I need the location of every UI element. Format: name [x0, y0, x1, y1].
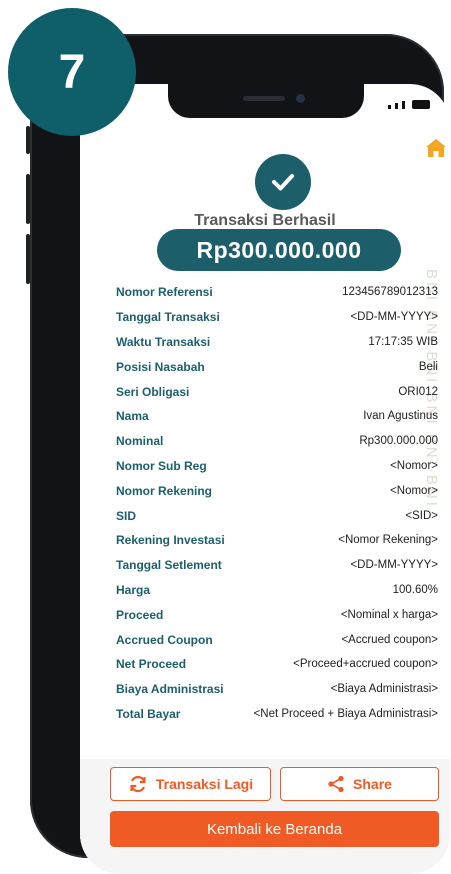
transaksi-lagi-label: Transaksi Lagi	[155, 776, 254, 792]
detail-value: ORI012	[398, 385, 438, 398]
detail-value: <Proceed+accrued coupon>	[293, 658, 438, 671]
detail-row-total-bayar: Total Bayar <Net Proceed + Biaya Adminis…	[116, 702, 438, 727]
phone-volume-down	[26, 234, 30, 284]
detail-value: 17:17:35 WIB	[368, 335, 438, 348]
detail-value: <DD-MM-YYYY>	[350, 311, 438, 324]
share-button[interactable]: Share	[280, 767, 439, 801]
signal-icon-bar	[402, 101, 405, 109]
front-camera	[296, 94, 305, 103]
detail-row-tanggal-transaksi: Tanggal Transaksi <DD-MM-YYYY>	[116, 305, 438, 330]
detail-label: Nomor Referensi	[116, 285, 213, 300]
home-icon[interactable]	[425, 137, 447, 159]
detail-label: Proceed	[116, 607, 164, 622]
detail-row-tanggal-setlement: Tanggal Setlement <DD-MM-YYYY>	[116, 553, 438, 578]
status-bar-icons	[388, 100, 430, 109]
detail-value: <Nomor Rekening>	[338, 534, 438, 547]
detail-row-sid: SID <SID>	[116, 503, 438, 528]
detail-value: <Nomor>	[390, 459, 438, 472]
detail-label: Nama	[116, 409, 149, 424]
detail-row-nomor-rekening: Nomor Rekening <Nomor>	[116, 478, 438, 503]
transaction-amount: Rp300.000.000	[157, 229, 401, 271]
share-icon	[327, 775, 345, 793]
speaker	[243, 96, 285, 101]
detail-value: Rp300.000.000	[359, 435, 438, 448]
refresh-icon	[128, 774, 148, 794]
detail-value: <Biaya Administrasi>	[330, 683, 438, 696]
detail-row-posisi-nasabah: Posisi Nasabah Beli	[116, 354, 438, 379]
detail-value: <Accrued coupon>	[341, 633, 438, 646]
transaksi-lagi-button[interactable]: Transaksi Lagi	[110, 767, 271, 801]
signal-icon	[388, 105, 391, 109]
detail-label: Nomor Rekening	[116, 483, 213, 498]
detail-label: Tanggal Transaksi	[116, 310, 220, 325]
detail-value: 100.60%	[392, 583, 438, 596]
phone-frame: Transaksi Berhasil Rp300.000.000 BNI BNI…	[26, 34, 450, 874]
detail-label: Net Proceed	[116, 657, 187, 672]
detail-row-nama: Nama Ivan Agustinus	[116, 404, 438, 429]
signal-icon-bar	[395, 103, 398, 109]
detail-label: Waktu Transaksi	[116, 334, 211, 349]
detail-label: Total Bayar	[116, 706, 181, 721]
detail-label: SID	[116, 508, 137, 523]
detail-value: <Nomor>	[390, 484, 438, 497]
detail-value: <Net Proceed + Biaya Administrasi>	[253, 707, 438, 720]
detail-row-nomor-referensi: Nomor Referensi 123456789012313	[116, 280, 438, 305]
detail-label: Accrued Coupon	[116, 632, 213, 647]
detail-value: Ivan Agustinus	[363, 410, 438, 423]
detail-label: Harga	[116, 582, 151, 597]
detail-label: Rekening Investasi	[116, 533, 225, 548]
detail-row-accrued-coupon: Accrued Coupon <Accrued coupon>	[116, 627, 438, 652]
detail-value: Beli	[418, 360, 438, 373]
detail-label: Seri Obligasi	[116, 384, 190, 399]
detail-row-harga: Harga 100.60%	[116, 578, 438, 603]
detail-label: Biaya Administrasi	[116, 682, 224, 697]
kembali-ke-beranda-button[interactable]: Kembali ke Beranda	[110, 811, 439, 847]
detail-label: Nominal	[116, 434, 164, 449]
detail-row-net-proceed: Net Proceed <Proceed+accrued coupon>	[116, 652, 438, 677]
detail-row-biaya-administrasi: Biaya Administrasi <Biaya Administrasi>	[116, 677, 438, 702]
phone-notch	[168, 84, 364, 118]
success-check-icon	[255, 154, 311, 210]
detail-value: <Nominal x harga>	[340, 608, 438, 621]
phone-side-button	[26, 126, 30, 154]
transaction-details: Nomor Referensi 123456789012313 Tanggal …	[116, 280, 438, 726]
detail-label: Nomor Sub Reg	[116, 458, 207, 473]
detail-row-rekening-investasi: Rekening Investasi <Nomor Rekening>	[116, 528, 438, 553]
detail-row-proceed: Proceed <Nominal x harga>	[116, 602, 438, 627]
detail-row-nominal: Nominal Rp300.000.000	[116, 429, 438, 454]
detail-value: <DD-MM-YYYY>	[350, 559, 438, 572]
detail-row-waktu-transaksi: Waktu Transaksi 17:17:35 WIB	[116, 330, 438, 355]
phone-volume-up	[26, 174, 30, 224]
transaction-status-title: Transaksi Berhasil	[194, 212, 336, 229]
detail-value: <SID>	[405, 509, 438, 522]
detail-row-nomor-sub-reg: Nomor Sub Reg <Nomor>	[116, 454, 438, 479]
battery-icon	[412, 100, 430, 109]
share-label: Share	[353, 776, 392, 792]
app-screen: Transaksi Berhasil Rp300.000.000 BNI BNI…	[80, 84, 450, 874]
detail-label: Tanggal Setlement	[116, 558, 222, 573]
step-badge: 7	[8, 8, 136, 136]
detail-value: 123456789012313	[342, 286, 438, 299]
detail-label: Posisi Nasabah	[116, 359, 205, 374]
detail-row-seri-obligasi: Seri Obligasi ORI012	[116, 379, 438, 404]
